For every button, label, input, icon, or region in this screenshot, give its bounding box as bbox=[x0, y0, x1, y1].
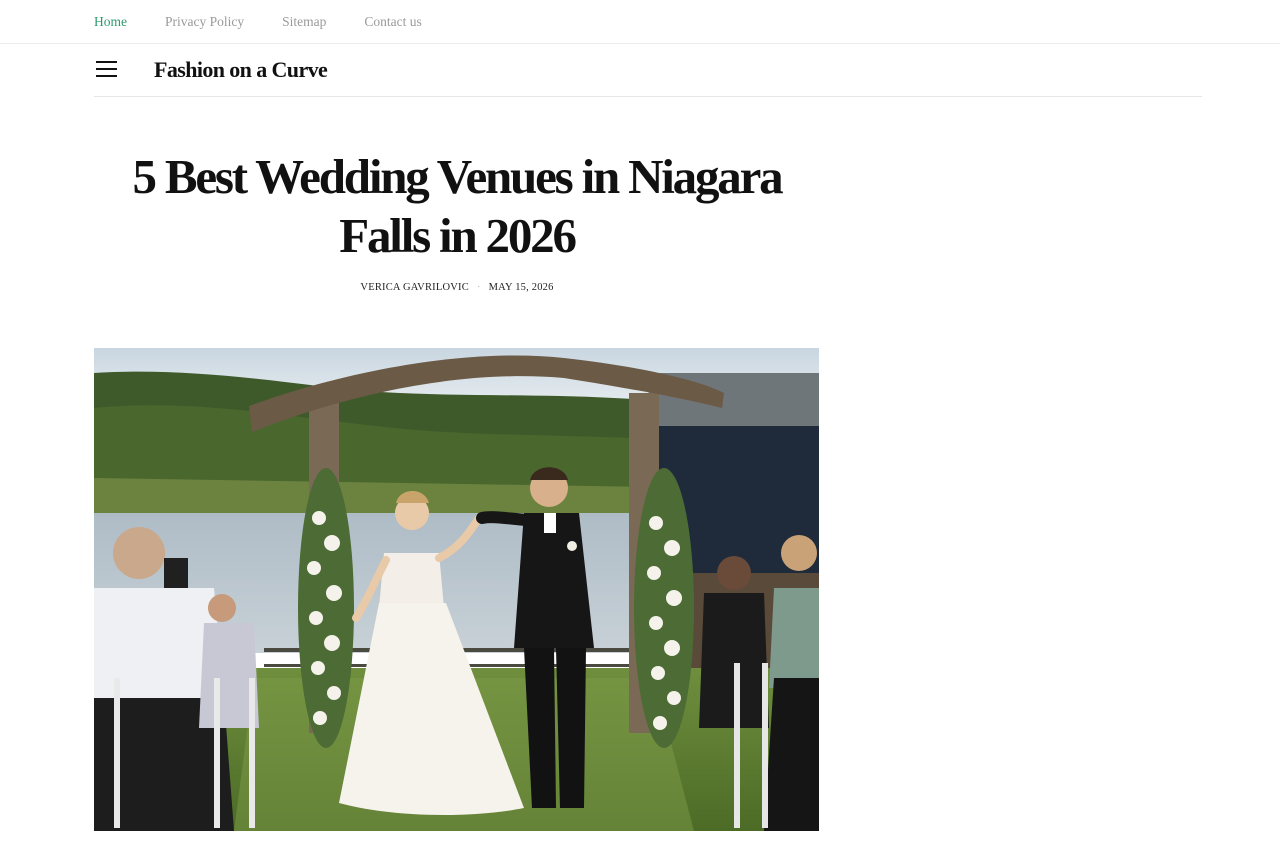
author-link[interactable]: VERICA GAVRILOVIC bbox=[360, 282, 469, 293]
meta-separator: · bbox=[476, 282, 481, 293]
hamburger-menu-icon[interactable] bbox=[96, 61, 117, 77]
nav-contact-us-link[interactable]: Contact us bbox=[364, 14, 421, 30]
article-title: 5 Best Wedding Venues in Niagara Falls i… bbox=[132, 149, 784, 263]
nav-home-link[interactable]: Home bbox=[94, 14, 127, 30]
nav-sitemap-link[interactable]: Sitemap bbox=[282, 14, 326, 30]
hero-image bbox=[94, 348, 819, 831]
publish-date: MAY 15, 2026 bbox=[488, 282, 554, 293]
menu-bar-top bbox=[96, 61, 117, 63]
nav-privacy-policy-link[interactable]: Privacy Policy bbox=[165, 14, 244, 30]
article-meta: VERICA GAVRILOVIC · MAY 15, 2026 bbox=[94, 282, 820, 293]
wedding-ceremony-illustration bbox=[94, 348, 819, 831]
site-title[interactable]: Fashion on a Curve bbox=[154, 57, 328, 83]
top-bar: Home Privacy Policy Sitemap Contact us bbox=[0, 0, 1280, 44]
site-header: Fashion on a Curve bbox=[94, 44, 1202, 97]
top-nav: Home Privacy Policy Sitemap Contact us bbox=[94, 14, 460, 30]
menu-bar-middle bbox=[96, 68, 117, 70]
menu-bar-bottom bbox=[96, 75, 117, 77]
